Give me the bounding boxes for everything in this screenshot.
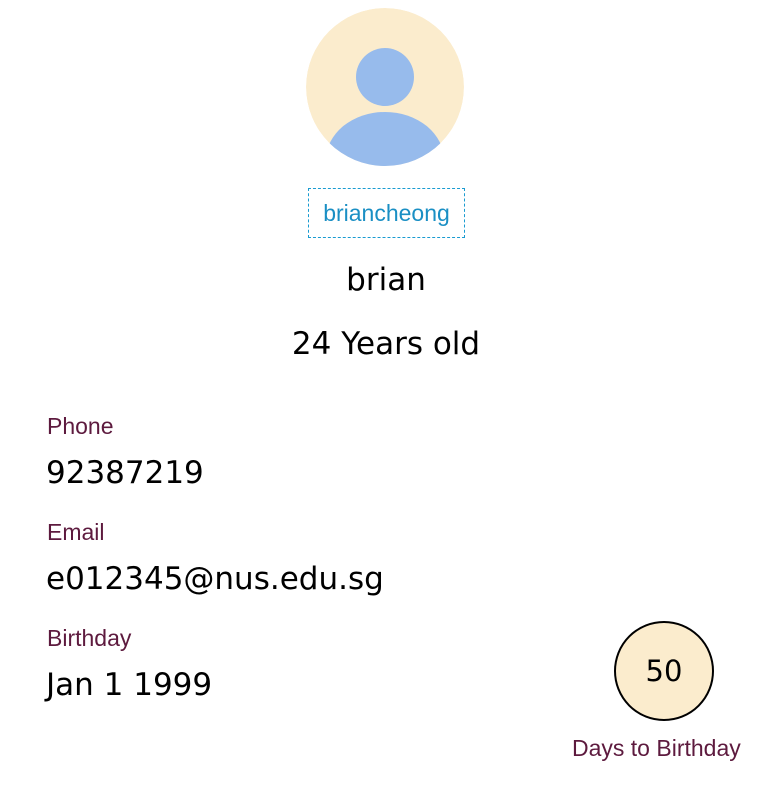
user-avatar-icon <box>306 8 464 166</box>
username-link[interactable]: briancheong <box>308 188 465 238</box>
email-value: e012345@nus.edu.sg <box>46 561 384 597</box>
email-label: Email <box>47 519 105 545</box>
birthday-value: Jan 1 1999 <box>46 667 213 703</box>
age-text: 24 Years old <box>291 326 481 362</box>
phone-label: Phone <box>47 413 114 439</box>
days-count: 50 <box>645 654 683 688</box>
display-name: brian <box>346 262 426 298</box>
days-to-birthday-badge: 50 <box>614 621 714 721</box>
days-to-birthday-label: Days to Birthday <box>572 735 741 761</box>
birthday-label: Birthday <box>47 625 132 651</box>
avatar <box>306 8 464 166</box>
phone-value: 92387219 <box>46 455 204 491</box>
